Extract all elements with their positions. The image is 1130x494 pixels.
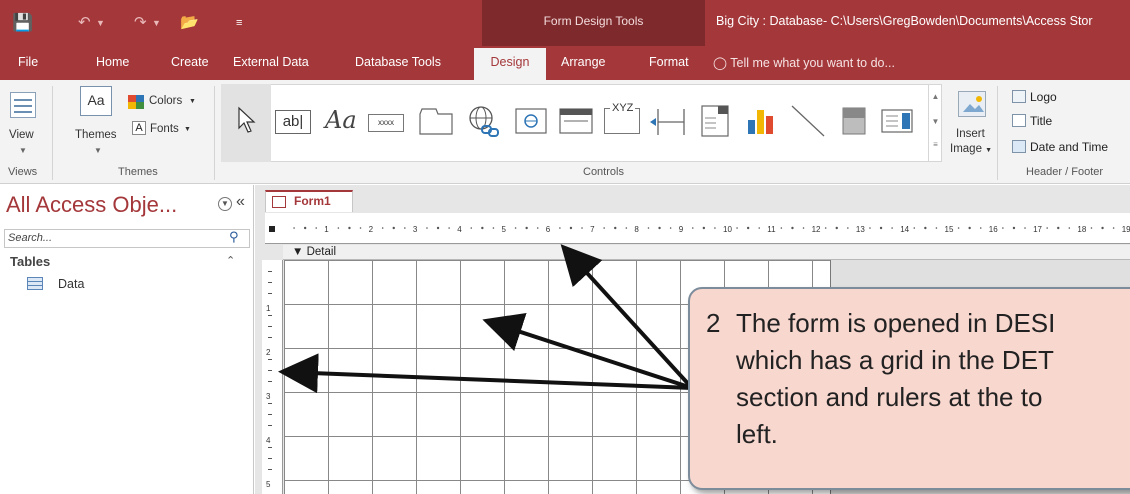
callout-step-number: 2	[706, 308, 721, 338]
callout-text: 2 The form is opened in DESI which has a…	[706, 305, 1130, 453]
callout-line: left.	[736, 419, 778, 449]
callout-line: The form is opened in DESI	[736, 308, 1056, 338]
callout-line: which has a grid in the DET	[736, 345, 1054, 375]
arrow-to-vruler	[278, 353, 693, 394]
callout-line: section and rulers at the to	[736, 382, 1043, 412]
